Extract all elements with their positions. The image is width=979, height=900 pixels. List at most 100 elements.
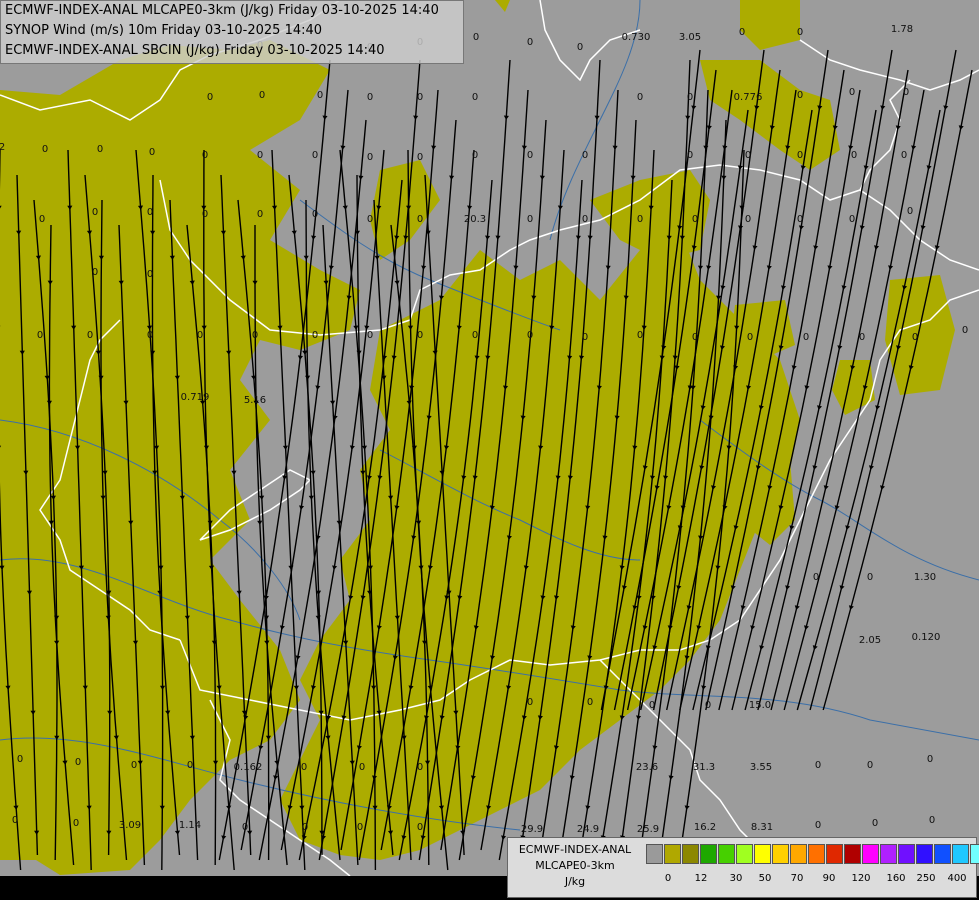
legend-tick-label: 30: [729, 873, 743, 884]
station-value-label: 0: [131, 760, 137, 771]
station-value-label: 0: [367, 330, 373, 341]
station-value-label: 0: [197, 330, 203, 341]
station-value-label: 0: [867, 760, 873, 771]
station-value-label: 5.16: [244, 395, 266, 406]
station-value-label: 0: [637, 330, 643, 341]
station-value-label: 0: [472, 92, 478, 103]
station-value-label: 0.776: [734, 92, 763, 103]
station-value-label: 0: [797, 90, 803, 101]
station-value-label: 0: [317, 90, 323, 101]
station-value-label: 1.30: [914, 572, 936, 583]
station-value-label: 0: [75, 757, 81, 768]
station-value-label: 0: [301, 762, 307, 773]
legend-swatch: [844, 844, 861, 864]
legend-swatch: [808, 844, 825, 864]
legend-tick-label: 50: [758, 873, 772, 884]
station-value-label: 0.162: [234, 762, 263, 773]
header-line-synop-wind: SYNOP Wind (m/s) 10m Friday 03-10-2025 1…: [5, 23, 323, 38]
station-value-label: 0: [39, 214, 45, 225]
station-value-label: 0: [312, 150, 318, 161]
station-value-label: 0: [92, 267, 98, 278]
station-value-label: 0: [92, 207, 98, 218]
station-value-label: 0: [637, 92, 643, 103]
header-line-sbcin: ECMWF-INDEX-ANAL SBCIN (J/kg) Friday 03-…: [5, 43, 385, 58]
station-value-label: 0: [12, 815, 18, 826]
station-value-label: 0: [252, 330, 258, 341]
station-value-label: 0: [147, 330, 153, 341]
legend-swatch: [772, 844, 789, 864]
station-value-label: 0: [849, 214, 855, 225]
legend-swatch: [970, 844, 979, 864]
station-value-label: 0: [527, 214, 533, 225]
station-value-label: 2: [0, 142, 5, 153]
legend-swatch: [736, 844, 753, 864]
station-value-label: 0: [97, 144, 103, 155]
legend-swatch: [646, 844, 663, 864]
station-value-label: 0.730: [622, 32, 651, 43]
station-value-label: 0: [962, 325, 968, 336]
station-value-label: 0: [637, 214, 643, 225]
station-value-label: 0: [692, 214, 698, 225]
station-value-label: 2.05: [859, 635, 881, 646]
legend-ticks: 0 12 30 50 70 90 120 160 250 400: [646, 873, 976, 887]
station-value-label: 0: [872, 818, 878, 829]
station-value-label: 0: [149, 147, 155, 158]
station-value-label: 0: [903, 87, 909, 98]
station-value-label: 0: [417, 822, 423, 833]
station-value-label: 0: [417, 152, 423, 163]
station-value-label: 0: [472, 330, 478, 341]
station-value-label: 0: [259, 90, 265, 101]
station-value-label: 0: [705, 700, 711, 711]
station-value-label: 0: [582, 150, 588, 161]
station-value-label: 0: [692, 332, 698, 343]
legend-tick-label: 250: [916, 873, 936, 884]
station-value-label: 0: [813, 572, 819, 583]
station-value-label: 0: [147, 207, 153, 218]
station-value-label: 3.55: [750, 762, 772, 773]
station-value-label: 0: [417, 92, 423, 103]
station-value-label: 0: [582, 332, 588, 343]
station-value-label: 0: [815, 760, 821, 771]
station-value-label: 0: [37, 330, 43, 341]
station-value-label: 1.78: [891, 24, 913, 35]
station-value-label: 0: [527, 37, 533, 48]
station-value-label: 0: [417, 330, 423, 341]
station-value-label: 0: [797, 214, 803, 225]
station-value-label: 1.14: [179, 820, 201, 831]
station-value-label: 15.0: [749, 700, 771, 711]
station-value-label: 0: [815, 820, 821, 831]
station-value-label: 0: [302, 822, 308, 833]
station-value-label: 0: [582, 214, 588, 225]
map-header: ECMWF-INDEX-ANAL MLCAPE0-3km (J/kg) Frid…: [0, 0, 464, 64]
station-value-label: 0: [687, 150, 693, 161]
station-value-label: 0: [527, 330, 533, 341]
legend-title: ECMWF-INDEX-ANAL MLCAPE0-3km J/kg: [508, 842, 642, 890]
station-value-label: 0: [867, 572, 873, 583]
station-value-label: 0: [901, 150, 907, 161]
color-legend: ECMWF-INDEX-ANAL MLCAPE0-3km J/kg 0 12 30 5…: [507, 837, 979, 898]
station-value-label: 0: [851, 150, 857, 161]
station-value-label: 0: [797, 150, 803, 161]
station-value-label: 0: [907, 206, 913, 217]
legend-swatch: [952, 844, 969, 864]
station-value-label: 8.31: [751, 822, 773, 833]
station-value-label: 0: [472, 150, 478, 161]
station-value-label: 0: [187, 760, 193, 771]
legend-tick-label: 120: [851, 873, 871, 884]
station-value-label: 0: [927, 754, 933, 765]
weather-map[interactable]: 0.730 3.05 0 0 1.78 0 0 0 0 0 0 0 0.776 0 0 0 0 0 0 0 0 0 0 0 0 0…: [0, 0, 979, 900]
station-value-label: 0: [207, 92, 213, 103]
legend-swatch: [898, 844, 915, 864]
station-value-label: 0: [797, 27, 803, 38]
legend-swatch: [826, 844, 843, 864]
station-value-label: 0: [473, 32, 479, 43]
station-value-label: 31.3: [693, 762, 715, 773]
legend-swatch: [880, 844, 897, 864]
legend-tick-label: 12: [694, 873, 708, 884]
legend-tick-label: 0: [664, 873, 672, 884]
legend-tick-label: 70: [790, 873, 804, 884]
legend-swatch: [664, 844, 681, 864]
legend-swatch: [718, 844, 735, 864]
station-value-label: 24.9: [577, 824, 599, 835]
station-value-label: 0: [745, 150, 751, 161]
